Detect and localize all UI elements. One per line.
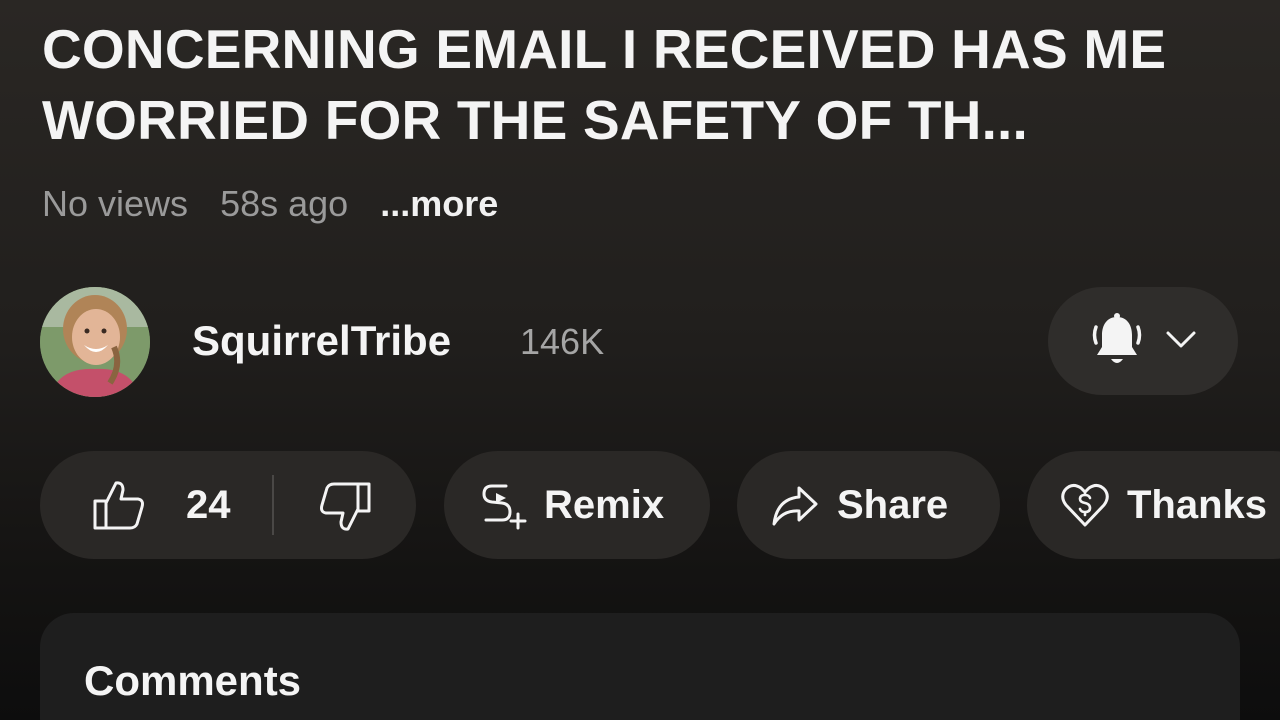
remix-icon	[482, 484, 527, 530]
comments-heading: Comments	[84, 657, 302, 704]
bell-icon	[1092, 313, 1142, 363]
chevron-down-icon	[1166, 331, 1196, 348]
comments-panel[interactable]: Comments	[40, 613, 1240, 720]
remix-label: Remix	[544, 483, 665, 527]
subscription-bell-button[interactable]	[1048, 287, 1238, 395]
view-count: No views	[42, 183, 189, 224]
remix-button[interactable]: Remix	[444, 451, 710, 559]
dislike-icon[interactable]	[316, 481, 372, 533]
thanks-label: Thanks	[1127, 483, 1268, 527]
share-button[interactable]: Share	[737, 451, 1000, 559]
heart-dollar-icon	[1061, 483, 1109, 527]
more-link[interactable]: ...more	[380, 183, 498, 224]
upload-time: 58s ago	[220, 183, 349, 224]
video-title[interactable]: CONCERNING EMAIL I RECEIVED HAS ME WORRI…	[42, 14, 1222, 156]
thanks-button[interactable]: Thanks	[1027, 451, 1280, 559]
video-meta: No views 58s ago ...more	[42, 182, 498, 226]
avatar-image	[40, 287, 150, 397]
channel-row: SquirrelTribe 146K	[40, 287, 1240, 397]
divider	[272, 475, 274, 535]
like-count: 24	[186, 483, 231, 527]
channel-name[interactable]: SquirrelTribe	[192, 315, 451, 367]
like-dislike-group: 24	[40, 451, 416, 559]
like-icon[interactable]	[92, 479, 146, 531]
share-label: Share	[837, 483, 949, 527]
subscriber-count: 146K	[520, 321, 605, 362]
share-icon	[772, 486, 818, 526]
avatar[interactable]	[40, 287, 150, 397]
